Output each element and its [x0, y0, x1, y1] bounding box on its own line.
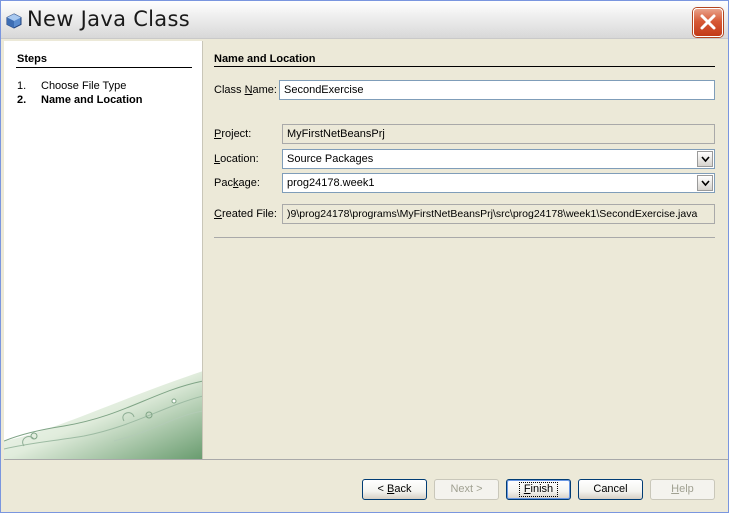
- back-button[interactable]: < Back: [362, 479, 427, 500]
- package-dropdown-button[interactable]: [697, 175, 713, 191]
- close-button[interactable]: [693, 8, 723, 37]
- step-number: 2.: [17, 94, 27, 106]
- package-select[interactable]: prog24178.week1: [282, 173, 715, 193]
- close-icon: [700, 14, 716, 30]
- created-file-field: )9\prog24178\programs\MyFirstNetBeansPrj…: [282, 204, 715, 224]
- project-label: Project:: [214, 128, 252, 140]
- finish-button[interactable]: Finish: [506, 479, 571, 500]
- steps-title: Steps: [17, 53, 47, 65]
- button-bar-divider: [4, 459, 728, 460]
- step-number: 1.: [17, 80, 27, 92]
- new-java-class-dialog: New Java Class Steps 1. Choose File Type…: [0, 0, 729, 513]
- next-button[interactable]: Next >: [434, 479, 499, 500]
- steps-panel: Steps 1. Choose File Type 2. Name and Lo…: [4, 41, 203, 459]
- location-label: Location:: [214, 153, 259, 165]
- netbeans-cube-icon: [6, 13, 22, 29]
- chevron-down-icon: [701, 156, 710, 163]
- class-name-input[interactable]: SecondExercise: [279, 80, 715, 100]
- title-bar[interactable]: New Java Class: [1, 1, 728, 39]
- class-name-label: Class Name:: [214, 84, 277, 96]
- panel-bottom-divider: [214, 237, 715, 238]
- dialog-title: New Java Class: [27, 7, 190, 31]
- created-file-label: Created File:: [214, 208, 277, 220]
- name-location-panel: Name and Location Class Name: SecondExer…: [204, 41, 728, 459]
- steps-divider: [16, 67, 192, 68]
- location-dropdown-button[interactable]: [697, 151, 713, 167]
- location-select[interactable]: Source Packages: [282, 149, 715, 169]
- decorative-vine-graphic: [4, 371, 202, 459]
- panel-title: Name and Location: [214, 53, 316, 65]
- step-label: Choose File Type: [41, 80, 127, 92]
- project-field: MyFirstNetBeansPrj: [282, 124, 715, 144]
- panel-title-divider: [214, 66, 715, 67]
- step-label: Name and Location: [41, 94, 143, 106]
- package-value: prog24178.week1: [287, 177, 375, 189]
- chevron-down-icon: [701, 180, 710, 187]
- help-button[interactable]: Help: [650, 479, 715, 500]
- package-label: Package:: [214, 177, 260, 189]
- location-value: Source Packages: [287, 153, 374, 165]
- cancel-button[interactable]: Cancel: [578, 479, 643, 500]
